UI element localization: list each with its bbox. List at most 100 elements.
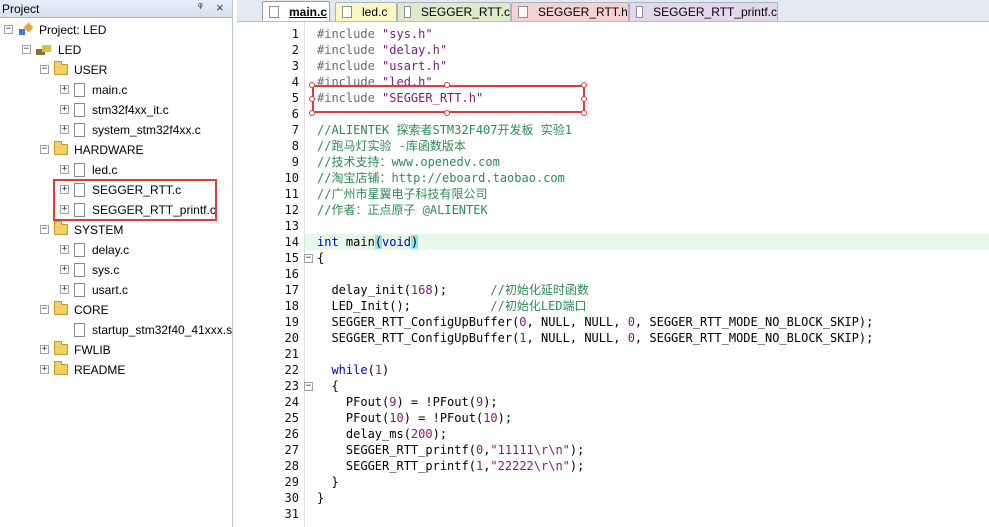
tree-item-system[interactable]: − SYSTEM (40, 220, 123, 239)
tree-item-sys-c[interactable]: + sys.c (60, 260, 119, 279)
annotation-handle (444, 110, 450, 116)
tree-item-label: HARDWARE (74, 142, 144, 157)
file-icon (74, 182, 85, 197)
code-line[interactable]: //淘宝店铺：http://eboard.taobao.com (317, 170, 565, 186)
expand-icon[interactable]: + (60, 205, 69, 214)
code-line[interactable]: #include "SEGGER_RTT.h" (317, 90, 483, 106)
tree-item-segger-rtt-printf-c[interactable]: + SEGGER_RTT_printf.c (60, 200, 216, 219)
tree-item-project-led[interactable]: − Project: LED (4, 20, 106, 39)
tree-item-segger-rtt-c[interactable]: + SEGGER_RTT.c (60, 180, 181, 199)
expand-icon[interactable]: + (60, 105, 69, 114)
tree-item-fwlib[interactable]: + FWLIB (40, 340, 111, 359)
tree-item-label: system_stm32f4xx.c (92, 122, 201, 137)
code-line[interactable]: #include "sys.h" (317, 26, 433, 42)
tree-item-system-stm32f4xx-c[interactable]: + system_stm32f4xx.c (60, 120, 201, 139)
code-line[interactable]: { (317, 378, 338, 394)
code-line[interactable]: //作者：正点原子 @ALIENTEK (317, 202, 488, 218)
tree-item-user[interactable]: − USER (40, 60, 107, 79)
tree-item-led-c[interactable]: + led.c (60, 160, 117, 179)
code-line[interactable]: //广州市星翼电子科技有限公司 (317, 186, 487, 202)
tree-item-label: delay.c (92, 242, 130, 257)
tab-label: SEGGER_RTT.h (538, 5, 628, 19)
collapse-icon[interactable]: − (40, 305, 49, 314)
tab-segger-rtt-h[interactable]: SEGGER_RTT.h (511, 2, 629, 21)
code-line[interactable]: PFout(9) = !PFout(9); (317, 394, 498, 410)
code-line[interactable]: SEGGER_RTT_ConfigUpBuffer(1, NULL, NULL,… (317, 330, 873, 346)
code-line[interactable]: delay_ms(200); (317, 426, 447, 442)
collapse-icon[interactable]: − (40, 65, 49, 74)
expand-icon[interactable]: + (60, 265, 69, 274)
collapse-icon[interactable]: − (4, 25, 13, 34)
expand-icon[interactable]: + (60, 285, 69, 294)
code-line[interactable]: LED_Init(); //初始化LED端口 (317, 298, 586, 314)
tree-item-main-c[interactable]: + main.c (60, 80, 127, 99)
code-line[interactable]: #include "delay.h" (317, 42, 447, 58)
tree-item-usart-c[interactable]: + usart.c (60, 280, 128, 299)
tab-label: main.c (289, 4, 328, 19)
code-line[interactable]: SEGGER_RTT_printf(1,"22222\r\n"); (317, 458, 584, 474)
tab-segger-rtt-printf-c[interactable]: SEGGER_RTT_printf.c (629, 2, 778, 21)
tree-item-startup-stm32f40-41xxx-s[interactable]: startup_stm32f40_41xxx.s (60, 320, 232, 339)
line-number: 31 (284, 507, 299, 521)
tree-item-label: FWLIB (74, 342, 111, 357)
line-number: 23 (284, 379, 299, 393)
expand-icon[interactable]: + (60, 125, 69, 134)
file-icon (74, 242, 85, 257)
tree-item-readme[interactable]: + README (40, 360, 125, 379)
tree-item-label: LED (58, 42, 82, 57)
expand-icon[interactable]: + (60, 185, 69, 194)
expand-icon[interactable]: + (40, 345, 49, 354)
pin-icon[interactable]: ᵠ (198, 1, 203, 13)
collapse-icon[interactable]: − (22, 45, 31, 54)
tree-item-led[interactable]: − LED (22, 40, 81, 59)
annotation-handle (309, 110, 315, 116)
tab-segger-rtt-c[interactable]: SEGGER_RTT.c (397, 2, 511, 21)
expand-icon[interactable]: + (60, 165, 69, 174)
tree-item-core[interactable]: − CORE (40, 300, 109, 319)
tab-label: led.c (362, 5, 388, 19)
collapse-icon[interactable]: − (40, 225, 49, 234)
code-line[interactable]: int main(void) (317, 234, 419, 250)
code-line[interactable]: } (317, 490, 324, 506)
expand-icon[interactable]: + (60, 245, 69, 254)
file-icon (636, 6, 644, 18)
tree-item-delay-c[interactable]: + delay.c (60, 240, 129, 259)
tree-item-label: CORE (74, 302, 109, 317)
code-line[interactable]: #include "led.h" (317, 74, 433, 90)
line-number-gutter: 1 2 3 4 5 6 7 8 9 10 11 12 13 14 15 16 17 18 19 20 21 22 23 24 2… (237, 22, 305, 527)
line-number: 2 (291, 43, 299, 57)
project-pane: Project ᵠ × − Project: LED − LED − USER + main.… (0, 0, 233, 527)
close-icon[interactable]: × (216, 0, 224, 15)
code-line[interactable]: SEGGER_RTT_ConfigUpBuffer(0, NULL, NULL,… (317, 314, 873, 330)
code-editor[interactable]: 1 2 3 4 5 6 7 8 9 10 11 12 13 14 15 16 17 18 19 20 21 22 23 24 2… (237, 22, 989, 527)
line-number: 6 (291, 107, 299, 121)
fold-collapse-icon[interactable]: − (304, 382, 313, 391)
code-line[interactable]: } (317, 474, 338, 490)
tab-main-c[interactable]: main.c (262, 1, 330, 21)
code-line[interactable]: //ALIENTEK 探索者STM32F407开发板 实验1 (317, 122, 572, 138)
file-icon (74, 162, 85, 177)
folder-icon (54, 341, 68, 355)
code-line[interactable]: //技术支持：www.openedv.com (317, 154, 500, 170)
code-line[interactable]: { (317, 250, 324, 266)
expand-icon[interactable]: + (60, 85, 69, 94)
tree-item-hardware[interactable]: − HARDWARE (40, 140, 144, 159)
code-line[interactable]: delay_init(168); //初始化延时函数 (317, 282, 588, 298)
fold-collapse-icon[interactable]: − (304, 254, 313, 263)
line-number: 18 (284, 299, 299, 313)
code-line[interactable]: //跑马灯实验 -库函数版本 (317, 138, 466, 154)
line-number: 20 (284, 331, 299, 345)
line-number: 29 (284, 475, 299, 489)
code-line[interactable]: SEGGER_RTT_printf(0,"11111\r\n"); (317, 442, 584, 458)
collapse-icon[interactable]: − (40, 145, 49, 154)
tab-led-c[interactable]: led.c (335, 2, 397, 21)
file-icon (342, 6, 352, 18)
tree-item-stm32f4xx-it-c[interactable]: + stm32f4xx_it.c (60, 100, 169, 119)
code-line[interactable]: while(1) (317, 362, 389, 378)
project-icon (18, 22, 34, 37)
code-line[interactable]: #include "usart.h" (317, 58, 447, 74)
code-line[interactable]: PFout(10) = !PFout(10); (317, 410, 512, 426)
expand-icon[interactable]: + (40, 365, 49, 374)
project-pane-header: Project ᵠ × (0, 0, 232, 18)
folder-icon (54, 361, 68, 375)
